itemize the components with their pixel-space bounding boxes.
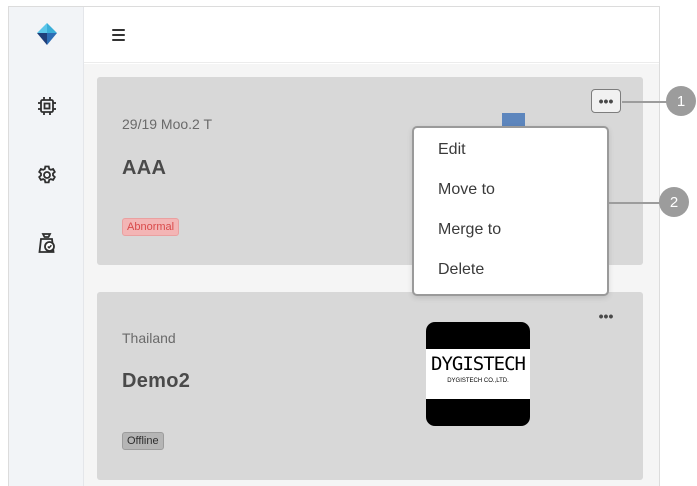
callout-line-2: [609, 202, 661, 204]
hamburger-icon[interactable]: [109, 24, 131, 46]
shield-bag-icon[interactable]: [9, 221, 84, 265]
menu-item-merge-to[interactable]: Merge to: [414, 210, 607, 250]
more-dots-icon[interactable]: •••: [591, 304, 621, 328]
more-dots-icon[interactable]: •••: [591, 89, 621, 113]
app-logo-icon[interactable]: [9, 12, 84, 56]
logo-subtitle: DYGISTECH CO.,LTD.: [447, 378, 509, 384]
device-address: 29/19 Moo.2 T: [122, 116, 213, 132]
sidebar: [9, 7, 84, 486]
menu-item-edit[interactable]: Edit: [414, 130, 607, 170]
device-address: Thailand: [122, 330, 176, 346]
gear-icon[interactable]: [9, 153, 84, 197]
chip-icon[interactable]: [9, 84, 84, 128]
logo-wordmark: DYGISTECH: [431, 353, 526, 375]
device-card[interactable]: Thailand Demo2 Offline ••• DYGISTECH DYG…: [97, 292, 643, 480]
device-name: Demo2: [122, 370, 191, 392]
status-badge: Offline: [122, 432, 164, 450]
callout-2: 2: [659, 187, 689, 217]
context-menu: Edit Move to Merge to Delete: [412, 126, 609, 296]
status-badge: Abnormal: [122, 218, 180, 236]
menu-item-delete[interactable]: Delete: [414, 250, 607, 290]
callout-1: 1: [666, 86, 696, 116]
menu-item-move-to[interactable]: Move to: [414, 170, 607, 210]
company-logo: DYGISTECH DYGISTECH CO.,LTD.: [426, 322, 530, 426]
device-name: AAA: [122, 157, 167, 179]
top-bar: [84, 7, 659, 63]
callout-line-1: [622, 101, 670, 103]
device-thumbnail: [502, 113, 525, 126]
